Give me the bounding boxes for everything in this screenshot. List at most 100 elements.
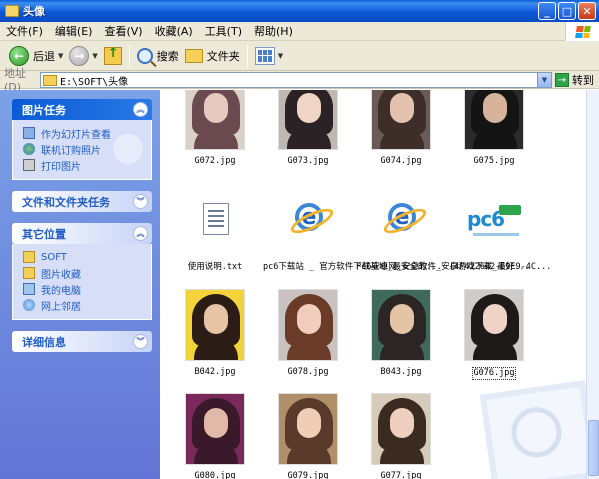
task-label: 打印图片 <box>41 161 81 173</box>
file-item[interactable]: G073.jpg <box>263 90 353 167</box>
search-button[interactable]: 搜索 <box>134 44 182 68</box>
printer-icon <box>23 159 35 171</box>
close-button[interactable]: ✕ <box>578 2 596 20</box>
place-label: 图片收藏 <box>41 269 81 281</box>
file-item[interactable]: G074.jpg <box>356 90 446 167</box>
file-thumbnail[interactable] <box>185 289 245 361</box>
picture-tasks-header[interactable]: 图片任务 ︽ <box>12 99 152 120</box>
go-button[interactable]: → 转到 <box>555 72 594 88</box>
file-view[interactable]: G072.jpg G073.jpg G074.jpg G075.jpg 使用说明.txt… <box>160 90 586 479</box>
file-name: Pc6安卓网_安卓软件_安卓游戏下载_最好... <box>356 262 530 272</box>
place-label: 网上邻居 <box>41 301 81 313</box>
file-name: B043.jpg <box>380 367 422 377</box>
file-tasks-header[interactable]: 文件和文件夹任务 ︾ <box>12 191 152 212</box>
maximize-button[interactable]: □ <box>558 2 576 20</box>
minimize-button[interactable]: _ <box>538 2 556 20</box>
file-item[interactable]: 使用说明.txt <box>170 184 260 273</box>
file-thumbnail[interactable] <box>278 289 338 361</box>
go-label: 转到 <box>572 74 594 87</box>
forward-button[interactable]: → ▼ <box>66 44 100 68</box>
file-name: G080.jpg <box>194 471 236 479</box>
search-icon <box>136 47 153 64</box>
folders-label: 文件夹 <box>206 49 240 63</box>
file-thumbnail[interactable] <box>278 90 338 150</box>
other-places-title: 其它位置 <box>22 227 66 241</box>
file-name: B042.jpg <box>194 367 236 377</box>
up-folder-button[interactable] <box>101 44 125 68</box>
file-name: 使用说明.txt <box>187 262 243 272</box>
chevron-down-icon[interactable]: ▼ <box>58 52 63 60</box>
file-item[interactable]: G075.jpg <box>449 90 539 167</box>
file-thumbnail[interactable] <box>185 90 245 150</box>
chevron-down-icon[interactable]: ▼ <box>278 52 283 60</box>
file-thumbnail[interactable]: e <box>278 184 338 256</box>
address-bar: 地址(D) E:\SOFT\头像 ▼ → 转到 <box>0 67 599 94</box>
file-thumbnail[interactable] <box>371 90 431 150</box>
up-folder-icon <box>103 46 122 65</box>
menu-file[interactable]: 文件(F) <box>0 22 49 41</box>
back-button[interactable]: ← 后退 ▼ <box>6 44 66 68</box>
file-name: G079.jpg <box>287 471 329 479</box>
details-title: 详细信息 <box>22 335 66 349</box>
menu-edit[interactable]: 编辑(E) <box>49 22 99 41</box>
vertical-scrollbar[interactable] <box>586 90 599 479</box>
file-item[interactable]: e Pc6安卓网_安卓软件_安卓游戏下载_最好... <box>356 184 530 273</box>
other-places-body: SOFT 图片收藏 我的电脑 网上邻居 <box>12 244 152 320</box>
file-item[interactable]: e pc6下载站 _ 官方软件下载基地_最安全的... <box>263 184 442 273</box>
details-header[interactable]: 详细信息 ︾ <box>12 331 152 352</box>
file-item[interactable]: B042.jpg <box>170 289 260 378</box>
views-button[interactable]: ▼ <box>252 44 286 68</box>
address-input[interactable]: E:\SOFT\头像 ▼ <box>40 72 552 88</box>
file-name: pc6下载站 _ 官方软件下载基地_最安全的... <box>263 262 442 272</box>
file-thumbnail[interactable] <box>185 393 245 465</box>
network-icon <box>23 299 35 311</box>
menu-tools[interactable]: 工具(T) <box>199 22 248 41</box>
place-label: 我的电脑 <box>41 285 81 297</box>
file-thumbnail[interactable] <box>371 289 431 361</box>
file-thumbnail[interactable]: e <box>371 184 431 256</box>
file-thumbnail[interactable]: pc6 <box>464 184 524 256</box>
search-label: 搜索 <box>156 49 179 63</box>
toolbar-separator <box>246 44 248 67</box>
collapse-icon[interactable]: ︽ <box>133 226 148 241</box>
file-tasks-title: 文件和文件夹任务 <box>22 195 110 209</box>
file-item[interactable]: pc6 {4F422642-E9E9-4C... <box>449 184 551 273</box>
place-network[interactable]: 网上邻居 <box>23 297 151 313</box>
back-label: 后退 <box>33 49 55 63</box>
expand-icon[interactable]: ︾ <box>133 194 148 209</box>
file-thumbnail[interactable] <box>464 289 524 361</box>
collapse-icon[interactable]: ︽ <box>133 102 148 117</box>
expand-icon[interactable]: ︾ <box>133 334 148 349</box>
title-bar: 头像 _ □ ✕ <box>0 0 599 22</box>
internet-explorer-icon: e <box>388 203 416 231</box>
file-item[interactable]: G077.jpg <box>356 393 446 479</box>
file-item[interactable]: B043.jpg <box>356 289 446 378</box>
file-tasks-panel: 文件和文件夹任务 ︾ <box>12 191 152 212</box>
file-thumbnail[interactable] <box>185 184 245 256</box>
scrollbar-thumb[interactable] <box>588 420 599 476</box>
menu-favorites[interactable]: 收藏(A) <box>149 22 199 41</box>
chevron-down-icon[interactable]: ▼ <box>537 73 551 87</box>
file-name: G075.jpg <box>473 156 515 166</box>
file-item[interactable]: G080.jpg <box>170 393 260 479</box>
place-label: SOFT <box>41 251 67 263</box>
picture-tasks-panel: 图片任务 ︽ 作为幻灯片查看 联机订购照片 打印图片 <box>12 99 152 180</box>
place-my-pictures[interactable]: 图片收藏 <box>23 265 151 281</box>
folders-button[interactable]: 文件夹 <box>182 44 243 68</box>
file-thumbnail[interactable] <box>464 90 524 150</box>
file-item[interactable]: G079.jpg <box>263 393 353 479</box>
menu-view[interactable]: 查看(V) <box>98 22 148 41</box>
chevron-down-icon[interactable]: ▼ <box>92 52 97 60</box>
menu-help[interactable]: 帮助(H) <box>248 22 299 41</box>
folder-icon <box>5 5 19 17</box>
file-item[interactable]: G078.jpg <box>263 289 353 378</box>
place-my-computer[interactable]: 我的电脑 <box>23 281 151 297</box>
file-item[interactable]: G076.jpg <box>449 289 539 380</box>
file-thumbnail[interactable] <box>371 393 431 465</box>
internet-explorer-icon: e <box>295 203 323 231</box>
file-thumbnail[interactable] <box>278 393 338 465</box>
place-soft[interactable]: SOFT <box>23 249 151 265</box>
other-places-header[interactable]: 其它位置 ︽ <box>12 223 152 244</box>
file-item[interactable]: G072.jpg <box>170 90 260 167</box>
window-title: 头像 <box>23 5 45 18</box>
